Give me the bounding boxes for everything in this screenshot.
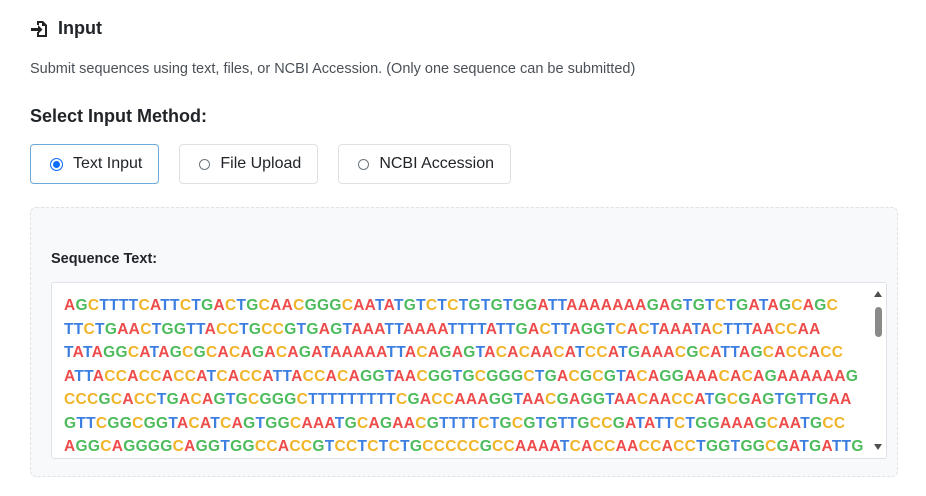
sequence-input-panel: Sequence Text: AGCTTTTCATTCTGACTGCAACGGG…	[30, 207, 898, 477]
sequence-textarea[interactable]: AGCTTTTCATTCTGACTGCAACGGGCAATATGTCTCTGTG…	[51, 282, 887, 459]
file-upload-label: File Upload	[220, 155, 302, 172]
sequence-line: CCCGCACCTGACAGTGCGGGCTTTTTTTTTCGACCAAAGG…	[64, 391, 852, 408]
scroll-up-arrow-icon[interactable]	[874, 291, 882, 297]
sequence-content[interactable]: AGCTTTTCATTCTGACTGCAACGGGCAATATGTCTCTGTG…	[64, 294, 864, 458]
sequence-line: TATAGGCATAGCGCACAGACAGATAAAAATTACAGAGTAC…	[64, 344, 844, 361]
input-method-options: Text Input File Upload NCBI Accession	[30, 144, 512, 184]
sequence-line: TTCTGAACTGGTTACCTGCCGTGAGTAAATTAAAATTTTA…	[64, 320, 821, 338]
sequence-line: AGCTTTTCATTCTGACTGCAACGGGCAATATGTCTCTGTG…	[64, 297, 839, 314]
ncbi-accession-label: NCBI Accession	[379, 155, 495, 172]
ncbi-accession-option[interactable]: NCBI Accession	[338, 144, 512, 184]
section-header: Input	[30, 18, 102, 39]
scroll-thumb[interactable]	[875, 307, 882, 337]
text-input-label: Text Input	[73, 155, 143, 172]
text-input-option[interactable]: Text Input	[30, 144, 160, 184]
sequence-line: ATTACCACCACCATCACCATTACCACAGGTAACGGTGCGG…	[64, 367, 859, 385]
sequence-text-label: Sequence Text:	[51, 251, 158, 267]
file-upload-option[interactable]: File Upload	[179, 144, 319, 184]
file-import-icon	[30, 19, 50, 39]
sequence-line: GTTCGGCGGTACATCAGTGGCAAATGCAGAACGTTTTCTG…	[64, 414, 846, 432]
input-method-label: Select Input Method:	[30, 106, 207, 126]
section-title: Input	[58, 18, 102, 38]
sequence-line: AGGCAGGGGCAGGTGGCCACCGTCCTCTCTGCCCCCGCCA…	[64, 438, 864, 455]
radio-selected-icon[interactable]	[50, 157, 63, 171]
scroll-down-arrow-icon[interactable]	[874, 444, 882, 450]
radio-unselected-icon[interactable]	[199, 158, 211, 170]
radio-unselected-icon[interactable]	[358, 158, 370, 170]
vertical-scrollbar[interactable]	[870, 283, 886, 458]
section-description: Submit sequences using text, files, or N…	[30, 61, 636, 77]
